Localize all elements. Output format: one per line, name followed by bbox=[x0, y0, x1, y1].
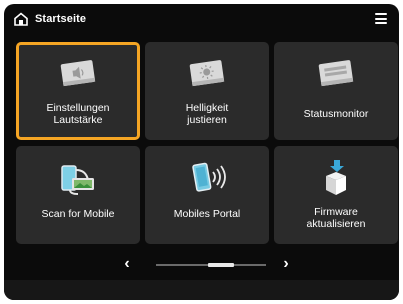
home-screen: Startseite Einstellungen Lautstärke Hell… bbox=[4, 4, 399, 300]
tile-label: Einstellungen Lautstärke bbox=[46, 102, 110, 126]
tile-status-monitor[interactable]: Statusmonitor bbox=[274, 42, 398, 140]
menu-icon[interactable] bbox=[375, 13, 387, 24]
tile-label: Scan for Mobile bbox=[41, 208, 115, 220]
tile-mobile-portal[interactable]: Mobiles Portal bbox=[145, 146, 269, 244]
firmware-update-icon bbox=[314, 158, 358, 198]
mobile-portal-icon bbox=[185, 158, 229, 198]
tile-label: Helligkeit justieren bbox=[185, 102, 229, 126]
brightness-card-icon bbox=[185, 54, 229, 94]
tile-label: Statusmonitor bbox=[303, 108, 369, 120]
header-bar: Startseite bbox=[4, 4, 399, 34]
tile-firmware-update[interactable]: Firmware aktualisieren bbox=[274, 146, 398, 244]
status-monitor-icon bbox=[314, 54, 358, 94]
previous-page-button[interactable]: ‹ bbox=[117, 254, 137, 274]
next-page-button[interactable]: › bbox=[276, 254, 296, 274]
tile-label: Mobiles Portal bbox=[173, 208, 241, 220]
tile-scan-for-mobile[interactable]: Scan for Mobile bbox=[16, 146, 140, 244]
app-grid: Einstellungen Lautstärke Helligkeit just… bbox=[16, 42, 399, 246]
tile-label: Firmware aktualisieren bbox=[306, 206, 366, 230]
tile-brightness[interactable]: Helligkeit justieren bbox=[145, 42, 269, 140]
scan-mobile-icon bbox=[56, 158, 100, 198]
speaker-card-icon bbox=[56, 54, 100, 94]
bottom-bar bbox=[4, 280, 399, 300]
page-indicator: ‹ › bbox=[4, 254, 399, 276]
page-position-indicator bbox=[208, 263, 234, 267]
page-title: Startseite bbox=[35, 13, 87, 25]
tile-volume-settings[interactable]: Einstellungen Lautstärke bbox=[16, 42, 140, 140]
home-icon[interactable] bbox=[14, 12, 28, 26]
